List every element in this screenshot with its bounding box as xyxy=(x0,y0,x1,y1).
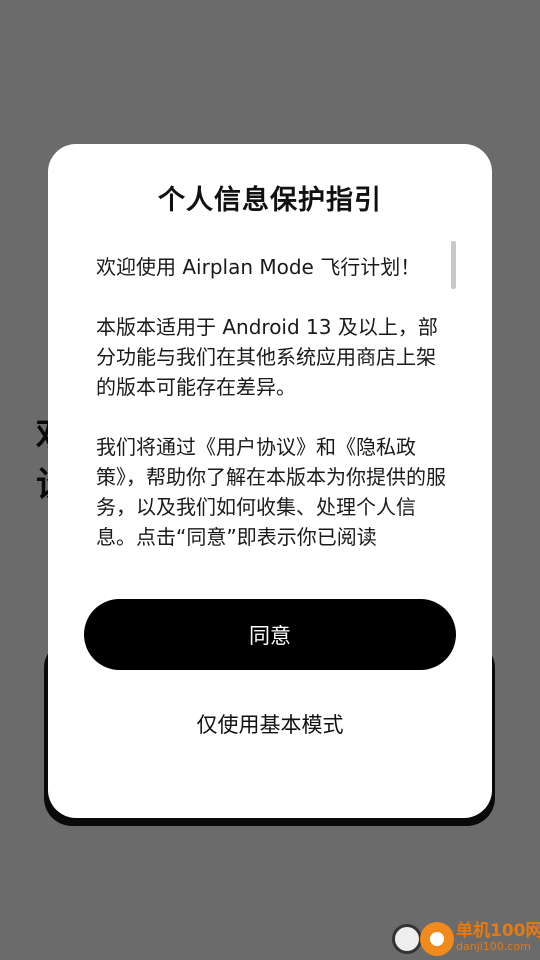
dialog-paragraph-welcome: 欢迎使用 Airplan Mode 飞行计划！ xyxy=(96,255,421,279)
dialog-paragraph-version: 本版本适用于 Android 13 及以上，部分功能与我们在其他系统应用商店上架… xyxy=(96,315,438,399)
screen: 欢迎 设 个人信息保护指引 欢迎使用 Airplan Mode 飞行计划！ 本版… xyxy=(0,0,540,960)
dialog-body-scroll[interactable]: 欢迎使用 Airplan Mode 飞行计划！ 本版本适用于 Android 1… xyxy=(96,252,448,554)
watermark-site-name: 单机100网 xyxy=(456,921,540,941)
dialog-title: 个人信息保护指引 xyxy=(158,185,382,216)
agree-button[interactable]: 同意 xyxy=(84,599,456,670)
basic-mode-button[interactable]: 仅使用基本模式 xyxy=(84,700,456,748)
dialog-scrollbar[interactable] xyxy=(451,241,456,289)
watermark-site-url: danji100.com xyxy=(456,940,531,953)
watermark-plus-icon xyxy=(392,924,422,954)
watermark-ring-icon xyxy=(420,922,454,956)
watermark-logo: 单机100网 danji100.com xyxy=(392,912,540,960)
dialog-paragraph-agreements: 我们将通过《用户协议》和《隐私政策》，帮助你了解在本版本为你提供的服务，以及我们… xyxy=(96,435,446,549)
